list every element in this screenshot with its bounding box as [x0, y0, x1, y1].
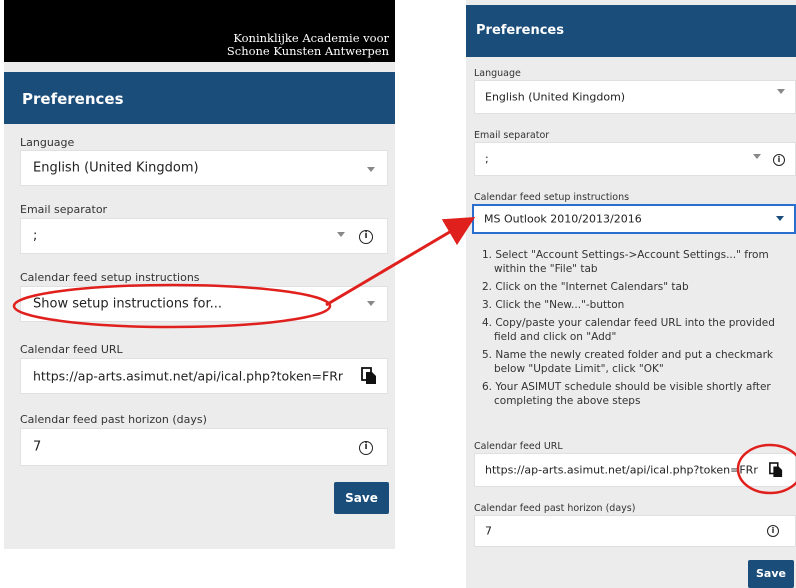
language-label: Language	[474, 68, 521, 79]
page-title: Preferences	[476, 23, 564, 38]
preferences-panel-right: Preferences Language English (United Kin…	[466, 0, 796, 588]
email-separator-label: Email separator	[474, 130, 550, 141]
feed-url-value: https://ap-arts.asimut.net/api/ical.php?…	[485, 463, 758, 477]
email-separator-select[interactable]: ; i	[20, 218, 388, 254]
caret-down-icon	[777, 89, 785, 94]
language-value: English (United Kingdom)	[485, 90, 626, 104]
info-icon[interactable]: i	[767, 525, 779, 537]
horizon-value: 7	[33, 439, 42, 455]
caret-down-icon	[367, 301, 375, 306]
calendar-instructions-value: MS Outlook 2010/2013/2016	[484, 212, 642, 226]
language-select[interactable]: English (United Kingdom)	[474, 80, 796, 114]
save-button[interactable]: Save	[748, 560, 794, 588]
setup-instructions-list: 1. Select "Account Settings->Account Set…	[482, 248, 796, 412]
preferences-panel-left: Preferences Language English (United Kin…	[4, 62, 395, 549]
calendar-instructions-select[interactable]: MS Outlook 2010/2013/2016	[472, 204, 796, 234]
brand-line-2: Schone Kunsten Antwerpen	[226, 44, 389, 58]
language-select[interactable]: English (United Kingdom)	[20, 150, 388, 186]
calendar-instructions-label: Calendar feed setup instructions	[474, 192, 630, 203]
brand-bar: Koninklijke Academie voor Schone Kunsten…	[4, 0, 395, 62]
caret-down-icon	[337, 232, 345, 237]
info-icon[interactable]: i	[359, 230, 373, 244]
language-label: Language	[20, 136, 75, 149]
instruction-step: 5. Name the newly created folder and put…	[482, 349, 774, 375]
feed-url-label: Calendar feed URL	[20, 343, 123, 356]
preferences-header: Preferences	[4, 72, 395, 124]
save-button[interactable]: Save	[334, 482, 389, 514]
copy-icon[interactable]	[769, 462, 783, 478]
instruction-step: 4. Copy/paste your calendar feed URL int…	[482, 317, 775, 343]
caret-down-icon	[367, 167, 375, 172]
page-title: Preferences	[22, 90, 124, 108]
calendar-instructions-value: Show setup instructions for...	[33, 296, 223, 312]
instruction-step: 3. Click the "New..."-button	[482, 299, 625, 311]
copy-icon[interactable]	[361, 367, 377, 385]
horizon-field[interactable]: 7 i	[20, 428, 388, 466]
instruction-step: 2. Click on the "Internet Calendars" tab	[482, 281, 689, 293]
email-separator-value: ;	[33, 228, 38, 244]
caret-down-icon	[753, 154, 761, 159]
feed-url-field[interactable]: https://ap-arts.asimut.net/api/ical.php?…	[20, 358, 388, 394]
caret-down-icon	[776, 216, 784, 221]
language-value: English (United Kingdom)	[33, 160, 199, 176]
instruction-step: 6. Your ASIMUT schedule should be visibl…	[482, 381, 771, 407]
email-separator-label: Email separator	[20, 203, 108, 216]
info-icon[interactable]: i	[773, 154, 785, 166]
feed-url-field[interactable]: https://ap-arts.asimut.net/api/ical.php?…	[474, 453, 796, 487]
feed-url-value: https://ap-arts.asimut.net/api/ical.php?…	[33, 368, 344, 384]
feed-url-label: Calendar feed URL	[474, 441, 563, 452]
instruction-step: 1. Select "Account Settings->Account Set…	[482, 249, 769, 275]
calendar-instructions-label: Calendar feed setup instructions	[20, 271, 200, 284]
horizon-field[interactable]: 7 i	[474, 515, 796, 547]
preferences-header: Preferences	[466, 5, 796, 57]
horizon-label: Calendar feed past horizon (days)	[474, 503, 636, 514]
horizon-label: Calendar feed past horizon (days)	[20, 413, 207, 426]
email-separator-select[interactable]: ; i	[474, 142, 796, 176]
calendar-instructions-select[interactable]: Show setup instructions for...	[20, 286, 388, 322]
horizon-value: 7	[485, 524, 492, 538]
info-icon[interactable]: i	[359, 441, 373, 455]
email-separator-value: ;	[485, 152, 489, 166]
